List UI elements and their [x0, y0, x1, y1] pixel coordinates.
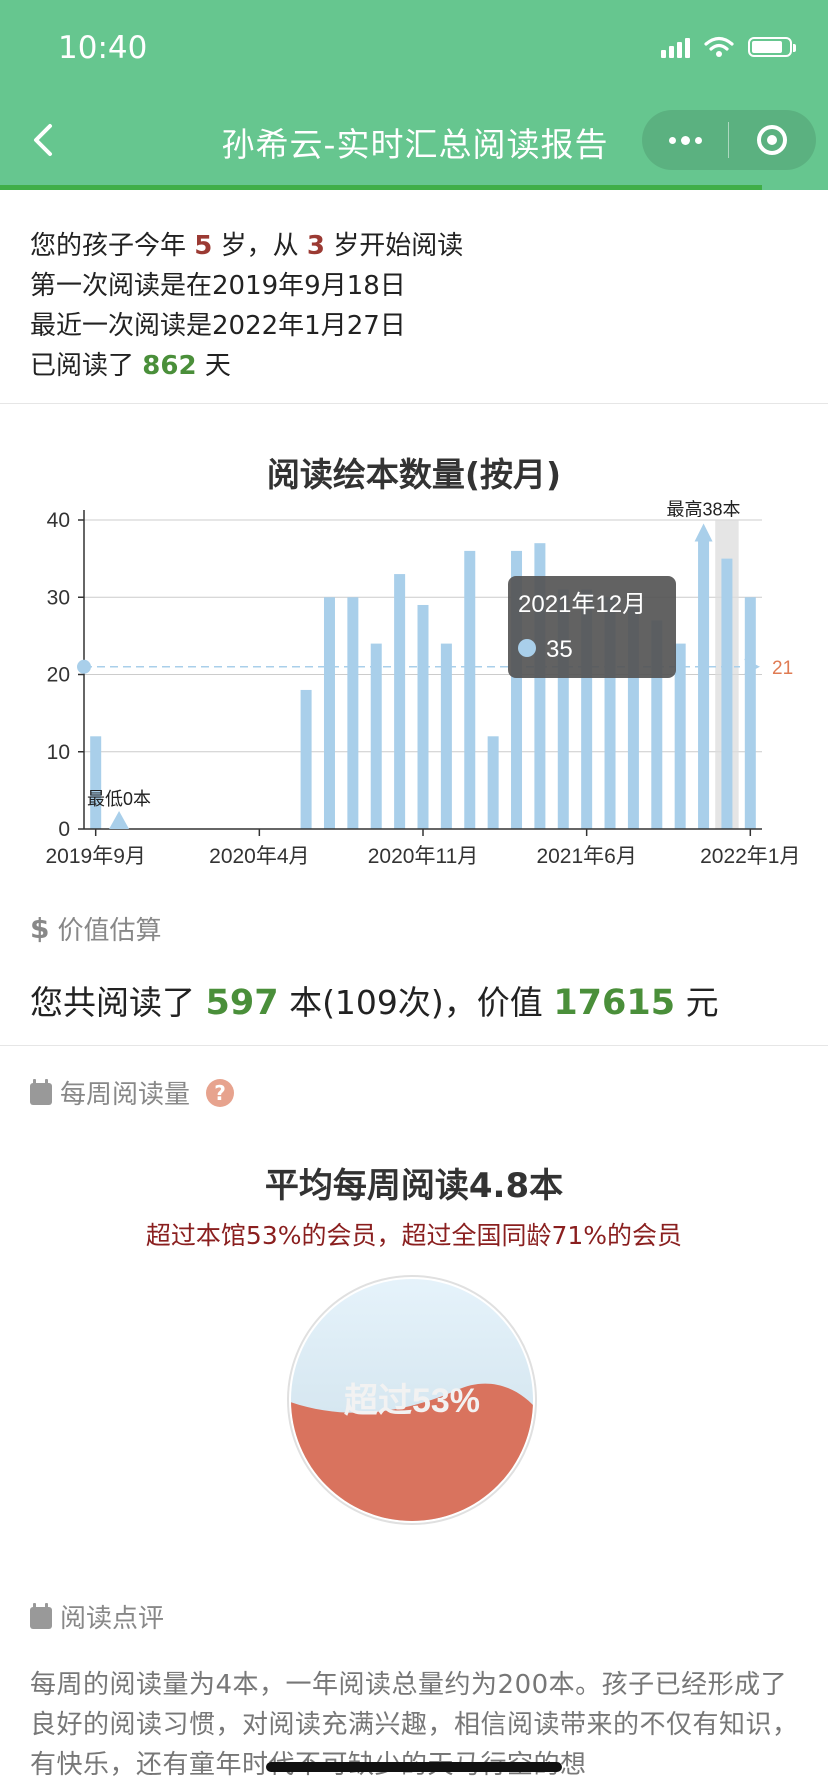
y-tick-label: 30	[47, 586, 70, 609]
bar[interactable]	[417, 604, 429, 829]
books-count: 597	[205, 983, 279, 1023]
bar[interactable]	[347, 597, 359, 829]
comment-section-heading: 阅读点评	[30, 1598, 164, 1635]
start-age: 3	[306, 231, 326, 261]
calendar-icon	[30, 1078, 52, 1105]
weekly-heading-text: 每周阅读量	[60, 1080, 191, 1110]
max-marker	[694, 523, 713, 542]
value-text-2: 本(109次)，价值	[289, 983, 543, 1022]
days-count: 862	[142, 351, 197, 381]
weekly-average-title: 平均每周阅读4.8本	[264, 1166, 564, 1206]
weekly-section-heading: 每周阅读量 ?	[30, 1074, 235, 1111]
min-label: 最低0本	[87, 789, 151, 809]
tooltip-value: 35	[546, 636, 573, 663]
last-read-line: 最近一次阅读是2022年1月27日	[30, 311, 406, 341]
days-unit: 天	[204, 351, 231, 381]
bar[interactable]	[744, 597, 756, 829]
home-indicator	[266, 1762, 562, 1772]
monthly-reading-chart[interactable]: 0 10 20 30 40 2019年9月 2020年4月 2020年11月 2021年6月 20…	[0, 490, 828, 880]
cellular-signal-icon	[661, 36, 690, 58]
bar[interactable]	[323, 597, 335, 829]
max-label: 最高38本	[667, 499, 741, 519]
average-label: 21	[772, 658, 793, 679]
x-tick-label: 2019年9月	[45, 845, 145, 868]
comment-heading-text: 阅读点评	[60, 1604, 165, 1634]
min-marker	[109, 811, 130, 829]
chart-title: 阅读绘本数量(按月)	[266, 455, 562, 494]
days-text: 已阅读了	[30, 351, 135, 381]
value-section-heading: $ 价值估算	[30, 910, 162, 947]
tooltip-series-dot	[518, 639, 536, 657]
age-line: 您的孩子今年 5 岁，从 3 岁开始阅读	[30, 226, 463, 266]
y-tick-label: 0	[58, 818, 70, 841]
page-title: 孙希云-实时汇总阅读报告	[221, 125, 609, 164]
age-text: 您的孩子今年	[30, 231, 187, 261]
back-arrow-icon[interactable]	[28, 120, 62, 160]
close-miniprogram-button[interactable]	[729, 110, 815, 170]
liquid-fill-gauge: 超过53%	[287, 1275, 537, 1525]
header-bar: 10:40 孙希云-实时汇总阅读报告	[0, 0, 828, 190]
x-tick-label: 2020年4月	[209, 845, 309, 868]
loading-progress-bar	[0, 185, 762, 190]
divider	[0, 1045, 828, 1046]
battery-icon	[748, 37, 796, 57]
x-tick-label: 2021年6月	[536, 845, 636, 868]
weekly-ranking-subtitle: 超过本馆53%的会员，超过全国同龄71%的会员	[145, 1221, 683, 1250]
bar[interactable]	[698, 535, 710, 829]
x-tick-label: 2020年11月	[368, 845, 479, 868]
value-text: 您共阅读了	[30, 983, 195, 1022]
dollar-icon: $	[30, 912, 50, 945]
miniprogram-capsule	[642, 110, 816, 170]
bar[interactable]	[674, 643, 686, 829]
first-read-line: 第一次阅读是在2019年9月18日	[30, 271, 406, 301]
value-amount: 17615	[553, 983, 676, 1023]
tooltip-title: 2021年12月	[518, 591, 646, 618]
help-icon[interactable]: ?	[206, 1078, 235, 1107]
divider	[0, 403, 828, 404]
bar[interactable]	[300, 689, 312, 829]
value-unit: 元	[685, 983, 719, 1022]
y-tick-label: 40	[47, 509, 70, 532]
x-tick-label: 2022年1月	[700, 845, 800, 868]
bar[interactable]	[721, 558, 733, 829]
y-tick-label: 10	[47, 741, 70, 764]
child-age: 5	[194, 231, 213, 261]
value-heading-text: 价值估算	[57, 916, 162, 946]
more-menu-button[interactable]	[642, 110, 728, 170]
days-line: 已阅读了 862 天	[30, 346, 463, 386]
age-text-3: 岁开始阅读	[333, 231, 464, 261]
age-text-2: 岁，从	[220, 231, 299, 261]
y-tick-label: 20	[47, 664, 70, 687]
target-icon	[757, 125, 787, 155]
bar[interactable]	[394, 574, 406, 829]
bar[interactable]	[90, 736, 102, 829]
reading-summary: 您的孩子今年 5 岁，从 3 岁开始阅读 第一次阅读是在2019年9月18日 最…	[30, 226, 463, 386]
calendar-icon	[30, 1602, 52, 1629]
status-icons	[661, 36, 796, 58]
wifi-icon	[704, 36, 734, 57]
value-summary: 您共阅读了 597 本(109次)，价值 17615 元	[30, 976, 719, 1024]
bar[interactable]	[464, 550, 476, 829]
liquid-label: 超过53%	[344, 1382, 480, 1420]
bar[interactable]	[487, 736, 499, 829]
bar[interactable]	[440, 643, 452, 829]
status-time: 10:40	[58, 30, 148, 66]
bar[interactable]	[370, 643, 382, 829]
average-start-marker	[77, 659, 91, 674]
